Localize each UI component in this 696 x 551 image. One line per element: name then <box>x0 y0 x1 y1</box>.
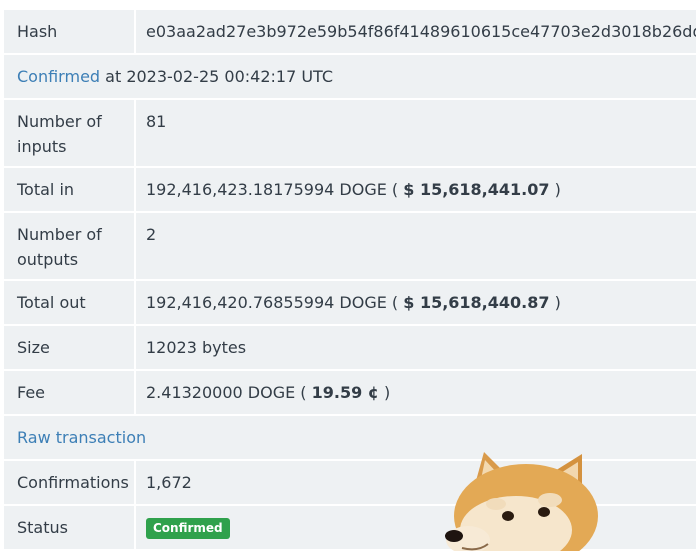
total-in-amount: 192,416,423.18175994 DOGE ( <box>146 180 404 199</box>
outputs-value: 2 <box>136 213 696 279</box>
inputs-value: 81 <box>136 100 696 166</box>
outputs-label: Number of outputs <box>4 213 134 279</box>
confirmations-value: 1,672 <box>136 461 696 504</box>
fee-value: 2.41320000 DOGE ( 19.59 ¢ ) <box>136 371 696 414</box>
total-in-label: Total in <box>4 168 134 211</box>
total-in-value: 192,416,423.18175994 DOGE ( $ 15,618,441… <box>136 168 696 211</box>
size-label: Size <box>4 326 134 369</box>
status-value: Confirmed <box>136 506 696 549</box>
confirmed-cell: Confirmed at 2023-02-25 00:42:17 UTC <box>4 55 696 98</box>
fee-usd: 19.59 ¢ <box>311 383 379 402</box>
row-outputs: Number of outputs 2 <box>0 213 696 279</box>
fee-amount: 2.41320000 DOGE ( <box>146 383 312 402</box>
status-badge: Confirmed <box>146 518 230 539</box>
row-fee: Fee 2.41320000 DOGE ( 19.59 ¢ ) <box>0 371 696 414</box>
inputs-label: Number of inputs <box>4 100 134 166</box>
row-total-in: Total in 192,416,423.18175994 DOGE ( $ 1… <box>0 168 696 211</box>
row-size: Size 12023 bytes <box>0 326 696 369</box>
confirmed-link[interactable]: Confirmed <box>17 67 100 86</box>
total-in-paren: ) <box>549 180 561 199</box>
total-in-usd: $ 15,618,441.07 <box>403 180 550 199</box>
raw-transaction-link[interactable]: Raw transaction <box>17 428 146 447</box>
shiba-inu-doge-image <box>432 444 612 551</box>
hash-value: e03aa2ad27e3b972e59b54f86f41489610615ce4… <box>136 10 696 53</box>
row-hash: Hash e03aa2ad27e3b972e59b54f86f414896106… <box>0 10 696 53</box>
row-confirmed: Confirmed at 2023-02-25 00:42:17 UTC <box>0 55 696 98</box>
row-inputs: Number of inputs 81 <box>0 100 696 166</box>
fee-paren: ) <box>378 383 391 402</box>
total-out-paren: ) <box>549 293 561 312</box>
total-out-value: 192,416,420.76855994 DOGE ( $ 15,618,440… <box>136 281 696 324</box>
status-label: Status <box>4 506 134 549</box>
hash-label: Hash <box>4 10 134 53</box>
fee-label: Fee <box>4 371 134 414</box>
confirmations-label: Confirmations <box>4 461 134 504</box>
total-out-usd: $ 15,618,440.87 <box>403 293 550 312</box>
total-out-amount: 192,416,420.76855994 DOGE ( <box>146 293 404 312</box>
total-out-label: Total out <box>4 281 134 324</box>
doge-icon <box>445 452 598 551</box>
size-value: 12023 bytes <box>136 326 696 369</box>
confirmed-time: at 2023-02-25 00:42:17 UTC <box>100 67 334 86</box>
row-total-out: Total out 192,416,420.76855994 DOGE ( $ … <box>0 281 696 324</box>
